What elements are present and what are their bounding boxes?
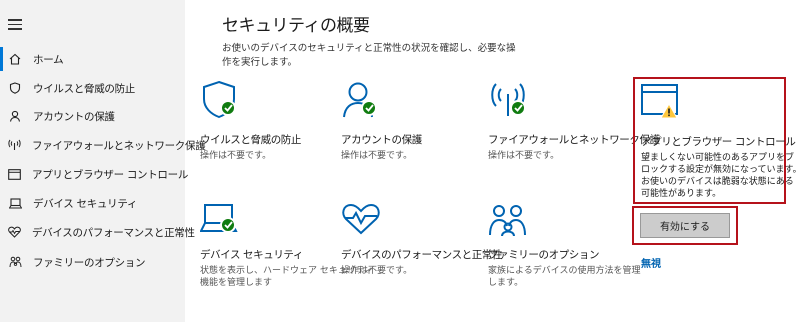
enable-button[interactable]: 有効にする (640, 213, 730, 238)
family-icon (8, 255, 22, 269)
shield-icon (8, 81, 22, 95)
tile-status: 家族によるデバイスの使用方法を管理 します。 (488, 266, 641, 288)
browser-window-icon (8, 167, 21, 181)
tile-device-security[interactable]: デバイス セキュリティ 状態を表示し、ハードウェア セキュリティ 機能を管理しま… (199, 203, 374, 289)
laptop-icon (8, 196, 22, 210)
tile-status: 操作は不要です。 (341, 266, 413, 276)
tile-title: ウイルスと脅威の防止 (200, 134, 301, 146)
tile-title: ファミリーのオプション (488, 249, 600, 261)
page-title: セキュリティの概要 (222, 16, 370, 36)
browser-window-icon (641, 84, 685, 126)
sidebar-item-virus-protection[interactable]: ウイルスと脅威の防止 (0, 76, 185, 100)
sidebar-item-account-protection[interactable]: アカウントの保護 (0, 104, 185, 128)
laptop-icon (199, 203, 244, 237)
hamburger-menu-icon[interactable] (8, 19, 22, 33)
tile-status: 操作は不要です。 (488, 151, 560, 161)
sidebar-item-label: ウイルスと脅威の防止 (33, 82, 135, 95)
dismiss-link[interactable]: 無視 (641, 255, 661, 270)
heart-pulse-icon (8, 225, 21, 239)
sidebar-item-device-security[interactable]: デバイス セキュリティ (0, 191, 185, 215)
tile-status: 状態を表示し、ハードウェア セキュリティ 機能を管理します (200, 266, 374, 288)
warning-badge-icon (660, 102, 678, 119)
tile-title: デバイスのパフォーマンスと正常性 (341, 249, 503, 261)
tile-title: アカウントの保護 (341, 134, 422, 146)
sidebar-item-label: アカウントの保護 (33, 110, 115, 123)
check-badge-icon (510, 100, 526, 116)
tile-app-browser-control[interactable]: アプリとブラウザー コントロール 望ましくない可能性のあるアプリをブ ロックする… (641, 84, 800, 200)
tile-title: アプリとブラウザー コントロール (641, 136, 796, 148)
tile-device-performance[interactable]: デバイスのパフォーマンスと正常性 操作は不要です。 (341, 203, 503, 277)
tile-title: ファイアウォールとネットワーク保護 (488, 134, 660, 146)
shield-icon (200, 80, 244, 122)
sidebar-item-label: ファミリーのオプション (33, 256, 146, 269)
sidebar-item-family-options[interactable]: ファミリーのオプション (0, 250, 185, 274)
check-badge-icon (220, 217, 236, 233)
tile-status: 操作は不要です。 (341, 151, 413, 161)
family-icon (488, 203, 532, 237)
sidebar-item-label: デバイスのパフォーマンスと正常性 (32, 226, 195, 239)
tile-firewall[interactable]: ファイアウォールとネットワーク保護 操作は不要です。 (488, 80, 660, 162)
wifi-signal-icon (488, 80, 532, 122)
sidebar-item-firewall[interactable]: ファイアウォールとネットワーク保護 (0, 133, 206, 157)
check-badge-icon (220, 100, 236, 116)
person-icon (8, 109, 22, 123)
sidebar-item-device-performance[interactable]: デバイスのパフォーマンスと正常性 (0, 220, 195, 244)
tile-status: 望ましくない可能性のあるアプリをブ ロックする設定が無効になっています。 お使い… (641, 153, 800, 199)
tile-account-protection[interactable]: アカウントの保護 操作は不要です。 (341, 80, 487, 162)
tile-virus-protection[interactable]: ウイルスと脅威の防止 操作は不要です。 (200, 80, 346, 162)
page-description: お使いのデバイスのセキュリティと正常性の状況を確認し、必要な操作を実行します。 (222, 43, 516, 68)
wifi-signal-icon (8, 138, 21, 152)
sidebar-item-home[interactable]: ホーム (0, 47, 185, 71)
heart-pulse-icon (341, 203, 385, 237)
sidebar-item-label: ファイアウォールとネットワーク保護 (32, 139, 206, 152)
sidebar-item-app-browser-control[interactable]: アプリとブラウザー コントロール (0, 162, 189, 186)
person-icon (341, 80, 385, 122)
tile-title: デバイス セキュリティ (200, 249, 303, 261)
home-icon (8, 52, 22, 66)
check-badge-icon (361, 100, 377, 116)
sidebar-item-label: デバイス セキュリティ (33, 197, 138, 210)
tile-status: 操作は不要です。 (200, 151, 272, 161)
tile-family-options[interactable]: ファミリーのオプション 家族によるデバイスの使用方法を管理 します。 (488, 203, 641, 289)
sidebar-item-label: アプリとブラウザー コントロール (32, 168, 189, 181)
sidebar-item-label: ホーム (33, 53, 64, 66)
sidebar: ホーム ウイルスと脅威の防止 アカウントの保護 ファイアウォールとネットワーク保… (0, 0, 206, 322)
